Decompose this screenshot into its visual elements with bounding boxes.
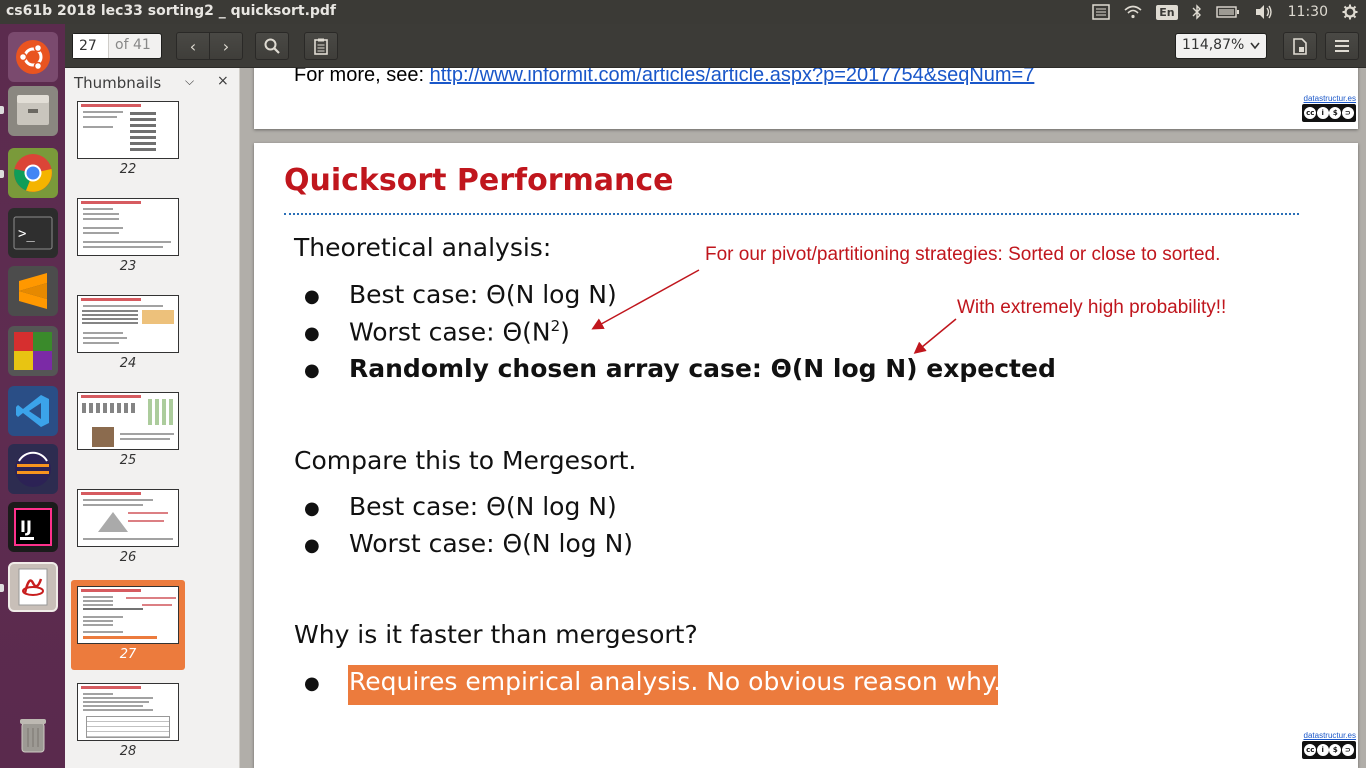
bullet-icon: ● [304, 535, 320, 556]
mergesort-best-text: Best case: Θ(N log N) [349, 492, 617, 521]
hamburger-menu-icon [1335, 40, 1349, 52]
sublime-text-icon[interactable] [8, 266, 58, 316]
license-badge: datastructur.es cc i $ ⊃ [1302, 94, 1356, 122]
thumbnail-number: 22 [119, 162, 137, 177]
libreoffice-icon[interactable] [8, 326, 58, 376]
sidebar-title[interactable]: Thumbnails [74, 74, 161, 92]
datastructures-link[interactable]: datastructur.es [1304, 731, 1356, 740]
keyboard-language-indicator[interactable]: En [1156, 4, 1178, 20]
creative-commons-icon: cc i $ ⊃ [1302, 741, 1356, 759]
top-panel: cs61b 2018 lec33 sorting2 _ quicksort.pd… [0, 0, 1366, 24]
chevron-left-icon: ‹ [189, 36, 197, 56]
window-title: cs61b 2018 lec33 sorting2 _ quicksort.pd… [6, 3, 337, 19]
datastructures-link[interactable]: datastructur.es [1304, 94, 1356, 103]
battery-icon[interactable] [1215, 3, 1240, 21]
svg-text:IJ: IJ [20, 517, 32, 536]
thumbnail-page-23[interactable] [77, 198, 179, 256]
thumbnail-page-27[interactable] [77, 586, 179, 644]
creative-commons-icon: cc i $ ⊃ [1302, 104, 1356, 122]
search-icon [264, 38, 280, 54]
launcher: >_ IJ [0, 24, 65, 768]
compare-heading: Compare this to Mergesort. [294, 446, 637, 475]
wifi-icon[interactable] [1124, 3, 1142, 21]
license-badge: datastructur.es cc i $ ⊃ [1302, 731, 1356, 759]
bullet-icon: ● [304, 498, 320, 519]
running-indicator [0, 170, 4, 178]
thumbnail-number: 27 [119, 647, 137, 662]
zoom-selector[interactable]: 114,87% [1175, 33, 1267, 59]
page-total: of 41 [115, 37, 151, 53]
document-view[interactable]: For more, see: http://www.informit.com/a… [240, 68, 1366, 768]
menu-button[interactable] [1325, 32, 1359, 60]
thumbnail-number: 28 [119, 744, 137, 759]
gear-icon[interactable] [1342, 3, 1358, 21]
chrome-icon[interactable] [8, 148, 58, 198]
close-sidebar-button[interactable]: × [217, 73, 229, 89]
terminal-icon[interactable]: >_ [8, 208, 58, 258]
thumbnail-page-25[interactable] [77, 392, 179, 450]
thumbnail-page-22[interactable] [77, 101, 179, 159]
chevron-down-icon[interactable]: ⌵ [185, 74, 194, 89]
answer-text: Requires empirical analysis. No obvious … [349, 667, 1002, 696]
previous-page: For more, see: http://www.informit.com/a… [254, 68, 1358, 129]
bullet-icon: ● [304, 673, 320, 694]
more-info-line: For more, see: http://www.informit.com/a… [294, 68, 1034, 87]
ubuntu-dash-icon[interactable] [8, 32, 58, 82]
menu-list-icon[interactable] [1092, 3, 1111, 21]
document-icon [1293, 37, 1307, 55]
thumbnail-page-26[interactable] [77, 489, 179, 547]
thumbnail-number: 25 [119, 453, 137, 468]
page-selector: of 41 [72, 33, 162, 59]
document-viewer-icon[interactable] [8, 562, 58, 612]
thumbnail-number: 26 [119, 550, 137, 565]
informit-link[interactable]: http://www.informit.com/articles/article… [430, 68, 1035, 86]
clock[interactable]: 11:30 [1288, 4, 1328, 20]
intellij-idea-icon[interactable]: IJ [8, 502, 58, 552]
annotations-button[interactable] [304, 32, 338, 60]
running-indicator [0, 584, 4, 592]
toolbar: of 41 ‹ › 114,87% [65, 24, 1366, 68]
page-number-input[interactable] [73, 34, 109, 58]
svg-text:>_: >_ [18, 226, 35, 242]
eclipse-icon[interactable] [8, 444, 58, 494]
thumbnail-number: 24 [119, 356, 137, 371]
running-indicator [0, 106, 4, 114]
chevron-down-icon [1250, 42, 1260, 50]
thumbnail-number: 23 [119, 259, 137, 274]
thumbnail-page-28[interactable] [77, 683, 179, 741]
thumbnail-page-24[interactable] [77, 295, 179, 353]
system-tray: En 11:30 [1092, 0, 1358, 24]
files-icon[interactable] [8, 86, 58, 136]
mergesort-worst-text: Worst case: Θ(N log N) [349, 529, 634, 558]
search-button[interactable] [255, 32, 289, 60]
previous-page-button[interactable]: ‹ [176, 32, 210, 60]
current-page: Quicksort Performance Theoretical analys… [254, 143, 1358, 768]
clipboard-icon [314, 38, 328, 55]
vscode-icon[interactable] [8, 386, 58, 436]
more-info-prefix: For more, see: [294, 68, 430, 86]
why-heading: Why is it faster than mergesort? [294, 620, 698, 649]
trash-icon[interactable] [8, 710, 58, 760]
zoom-value: 114,87% [1182, 37, 1245, 53]
next-page-button[interactable]: › [209, 32, 243, 60]
bluetooth-icon[interactable] [1192, 3, 1202, 21]
volume-icon[interactable] [1254, 3, 1274, 21]
chevron-right-icon: › [222, 36, 230, 56]
page-view-button[interactable] [1283, 32, 1317, 60]
thumbnails-sidebar: Thumbnails ⌵ × 22 23 24 25 26 27 28 [65, 68, 240, 768]
sidebar-header: Thumbnails ⌵ × [65, 68, 239, 98]
